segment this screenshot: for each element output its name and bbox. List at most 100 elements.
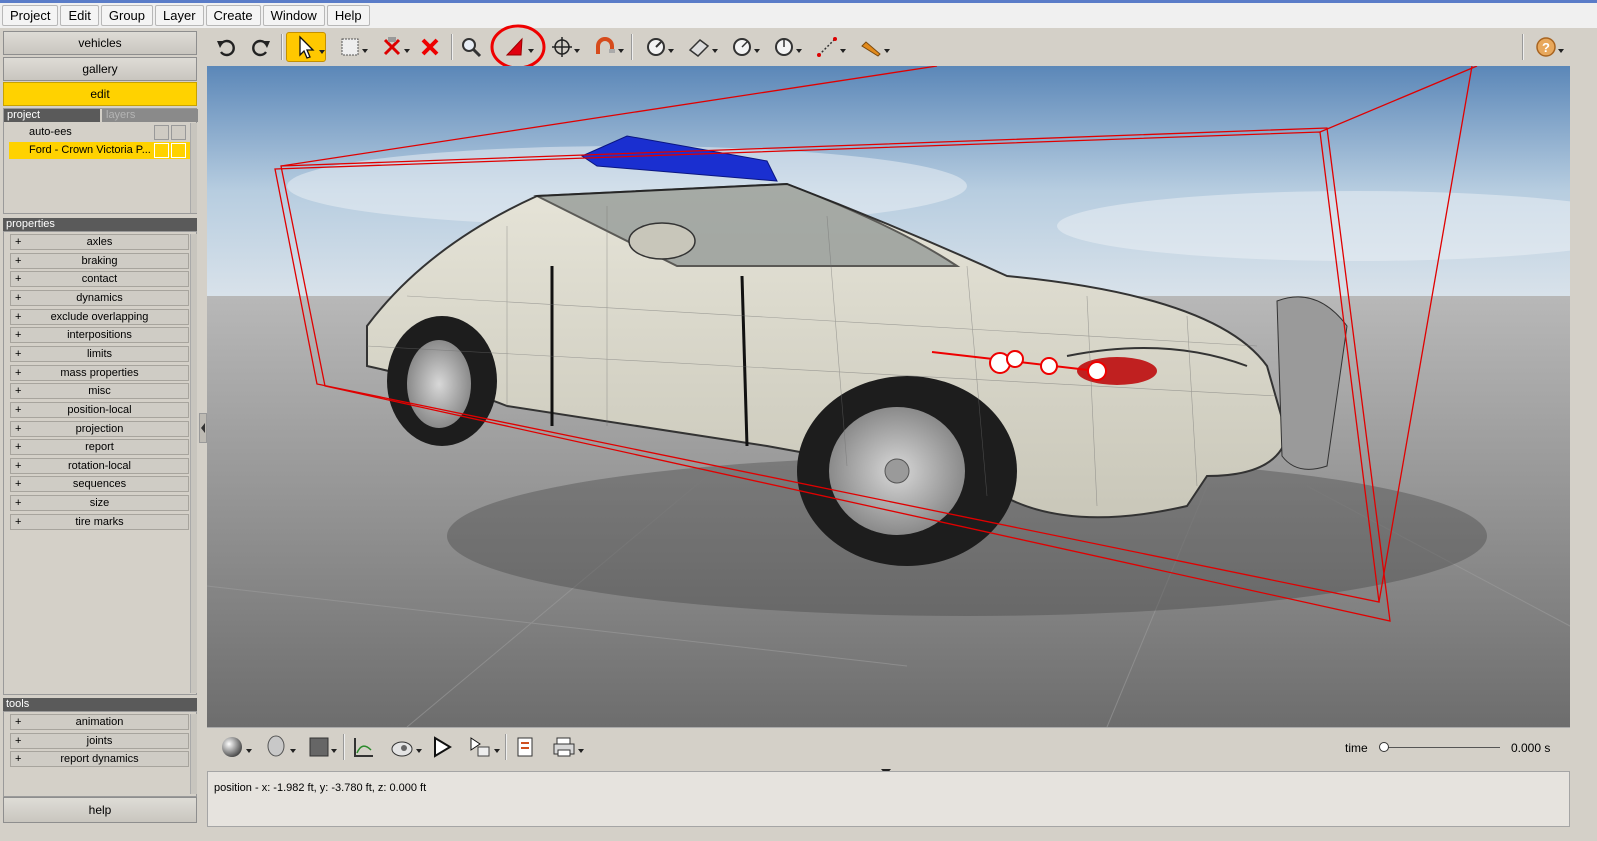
lock-toggle[interactable] xyxy=(171,125,186,140)
property-row[interactable]: + dynamics xyxy=(10,289,189,306)
expand-plus-icon[interactable]: + xyxy=(15,515,21,529)
expand-plus-icon[interactable]: + xyxy=(15,347,21,361)
print-button[interactable] xyxy=(544,732,584,762)
property-row[interactable]: + misc xyxy=(10,383,189,400)
expand-plus-icon[interactable]: + xyxy=(15,254,21,268)
property-label: limits xyxy=(86,347,113,360)
tab-layers[interactable]: layers xyxy=(102,109,198,122)
menu-project[interactable]: Project xyxy=(2,5,59,26)
menu-create[interactable]: Create xyxy=(205,5,261,26)
property-label: size xyxy=(89,497,110,510)
delete-button[interactable] xyxy=(415,32,445,62)
project-scrollbar[interactable] xyxy=(190,123,197,213)
play-list-button[interactable] xyxy=(460,732,500,762)
magnet-button[interactable] xyxy=(585,32,625,62)
play-button[interactable] xyxy=(426,732,456,762)
redo-icon xyxy=(252,39,270,57)
report-button[interactable] xyxy=(510,732,540,762)
property-row[interactable]: + exclude overlapping xyxy=(10,308,189,325)
menu-group[interactable]: Group xyxy=(100,5,154,26)
color-button[interactable] xyxy=(300,732,338,762)
surface-button[interactable] xyxy=(679,32,719,62)
expand-plus-icon[interactable]: + xyxy=(15,235,21,249)
time-slider-thumb[interactable] xyxy=(1379,742,1389,752)
properties-panel: + axles + braking + contact + dynamics + exclude … xyxy=(3,231,197,695)
tab-project[interactable]: project xyxy=(4,109,100,122)
help-menu-button[interactable]: ? xyxy=(1527,32,1565,62)
property-row[interactable]: + contact xyxy=(10,271,189,288)
zoom-button[interactable] xyxy=(456,32,486,62)
menu-edit[interactable]: Edit xyxy=(60,5,99,26)
expand-plus-icon[interactable]: + xyxy=(15,422,21,436)
explode-button[interactable] xyxy=(373,32,411,62)
properties-scrollbar[interactable] xyxy=(190,234,197,693)
graph-button[interactable] xyxy=(348,732,378,762)
3d-viewport[interactable] xyxy=(207,66,1570,727)
visibility-toggle[interactable] xyxy=(154,125,169,140)
tool-row[interactable]: + animation xyxy=(10,714,189,730)
layer-row-selected[interactable]: Ford - Crown Victoria P... xyxy=(9,142,191,159)
menu-layer[interactable]: Layer xyxy=(155,5,204,26)
dial-button[interactable] xyxy=(765,32,803,62)
property-row[interactable]: + rotation-local xyxy=(10,457,189,474)
property-row[interactable]: + axles xyxy=(10,234,189,250)
zoom-icon xyxy=(462,38,482,58)
expand-plus-icon[interactable]: + xyxy=(15,291,21,305)
expand-plus-icon[interactable]: + xyxy=(15,477,21,491)
gallery-button[interactable]: gallery xyxy=(3,57,197,81)
camera-button[interactable] xyxy=(382,732,422,762)
gauge-icon xyxy=(647,38,665,56)
property-row[interactable]: + report xyxy=(10,439,189,456)
layer-row[interactable]: auto-ees xyxy=(9,124,191,141)
view-button[interactable] xyxy=(256,732,296,762)
tool-row[interactable]: + report dynamics xyxy=(10,751,189,768)
menu-window[interactable]: Window xyxy=(262,5,325,26)
measure-button[interactable] xyxy=(807,32,847,62)
expand-plus-icon[interactable]: + xyxy=(15,366,21,380)
pencil-button[interactable] xyxy=(851,32,891,62)
angle-button[interactable] xyxy=(723,32,761,62)
lock-toggle[interactable] xyxy=(171,143,186,158)
expand-plus-icon[interactable]: + xyxy=(15,328,21,342)
time-slider[interactable] xyxy=(1384,747,1500,748)
property-row[interactable]: + projection xyxy=(10,420,189,437)
redo-button[interactable] xyxy=(246,32,276,62)
shading-button[interactable] xyxy=(212,732,252,762)
vehicles-button[interactable]: vehicles xyxy=(3,31,197,55)
property-row[interactable]: + tire marks xyxy=(10,513,189,530)
gauge-button[interactable] xyxy=(637,32,675,62)
visibility-toggle[interactable] xyxy=(154,143,169,158)
panel-collapse-handle[interactable] xyxy=(199,413,207,443)
expand-plus-icon[interactable]: + xyxy=(15,734,21,748)
property-row[interactable]: + mass properties xyxy=(10,364,189,381)
help-button[interactable]: help xyxy=(3,797,197,823)
expand-plus-icon[interactable]: + xyxy=(15,459,21,473)
expand-plus-icon[interactable]: + xyxy=(15,272,21,286)
expand-plus-icon[interactable]: + xyxy=(15,384,21,398)
property-row[interactable]: + size xyxy=(10,495,189,512)
property-row[interactable]: + sequences xyxy=(10,476,189,493)
rectangle-select-button[interactable] xyxy=(331,32,369,62)
edit-button[interactable]: edit xyxy=(3,82,197,106)
expand-plus-icon[interactable]: + xyxy=(15,752,21,766)
expand-plus-icon[interactable]: + xyxy=(15,496,21,510)
property-row[interactable]: + interpositions xyxy=(10,327,189,344)
expand-plus-icon[interactable]: + xyxy=(15,310,21,324)
tool-label: joints xyxy=(86,734,113,747)
undo-button[interactable] xyxy=(211,32,241,62)
expand-plus-icon[interactable]: + xyxy=(15,715,21,729)
move-button[interactable] xyxy=(543,32,581,62)
menu-help[interactable]: Help xyxy=(326,5,370,26)
property-row[interactable]: + limits xyxy=(10,345,189,362)
tools-scrollbar[interactable] xyxy=(190,714,197,794)
property-row[interactable]: + braking xyxy=(10,252,189,269)
select-tool-button[interactable] xyxy=(286,32,326,62)
expand-plus-icon[interactable]: + xyxy=(15,403,21,417)
property-row[interactable]: + position-local xyxy=(10,401,189,418)
tool-row[interactable]: + joints xyxy=(10,732,189,749)
time-value: 0.000 s xyxy=(1511,741,1551,755)
scene-render xyxy=(207,66,1570,727)
expand-plus-icon[interactable]: + xyxy=(15,440,21,454)
property-label: projection xyxy=(75,422,124,435)
playback-toolbar: time 0.000 s xyxy=(207,727,1570,769)
